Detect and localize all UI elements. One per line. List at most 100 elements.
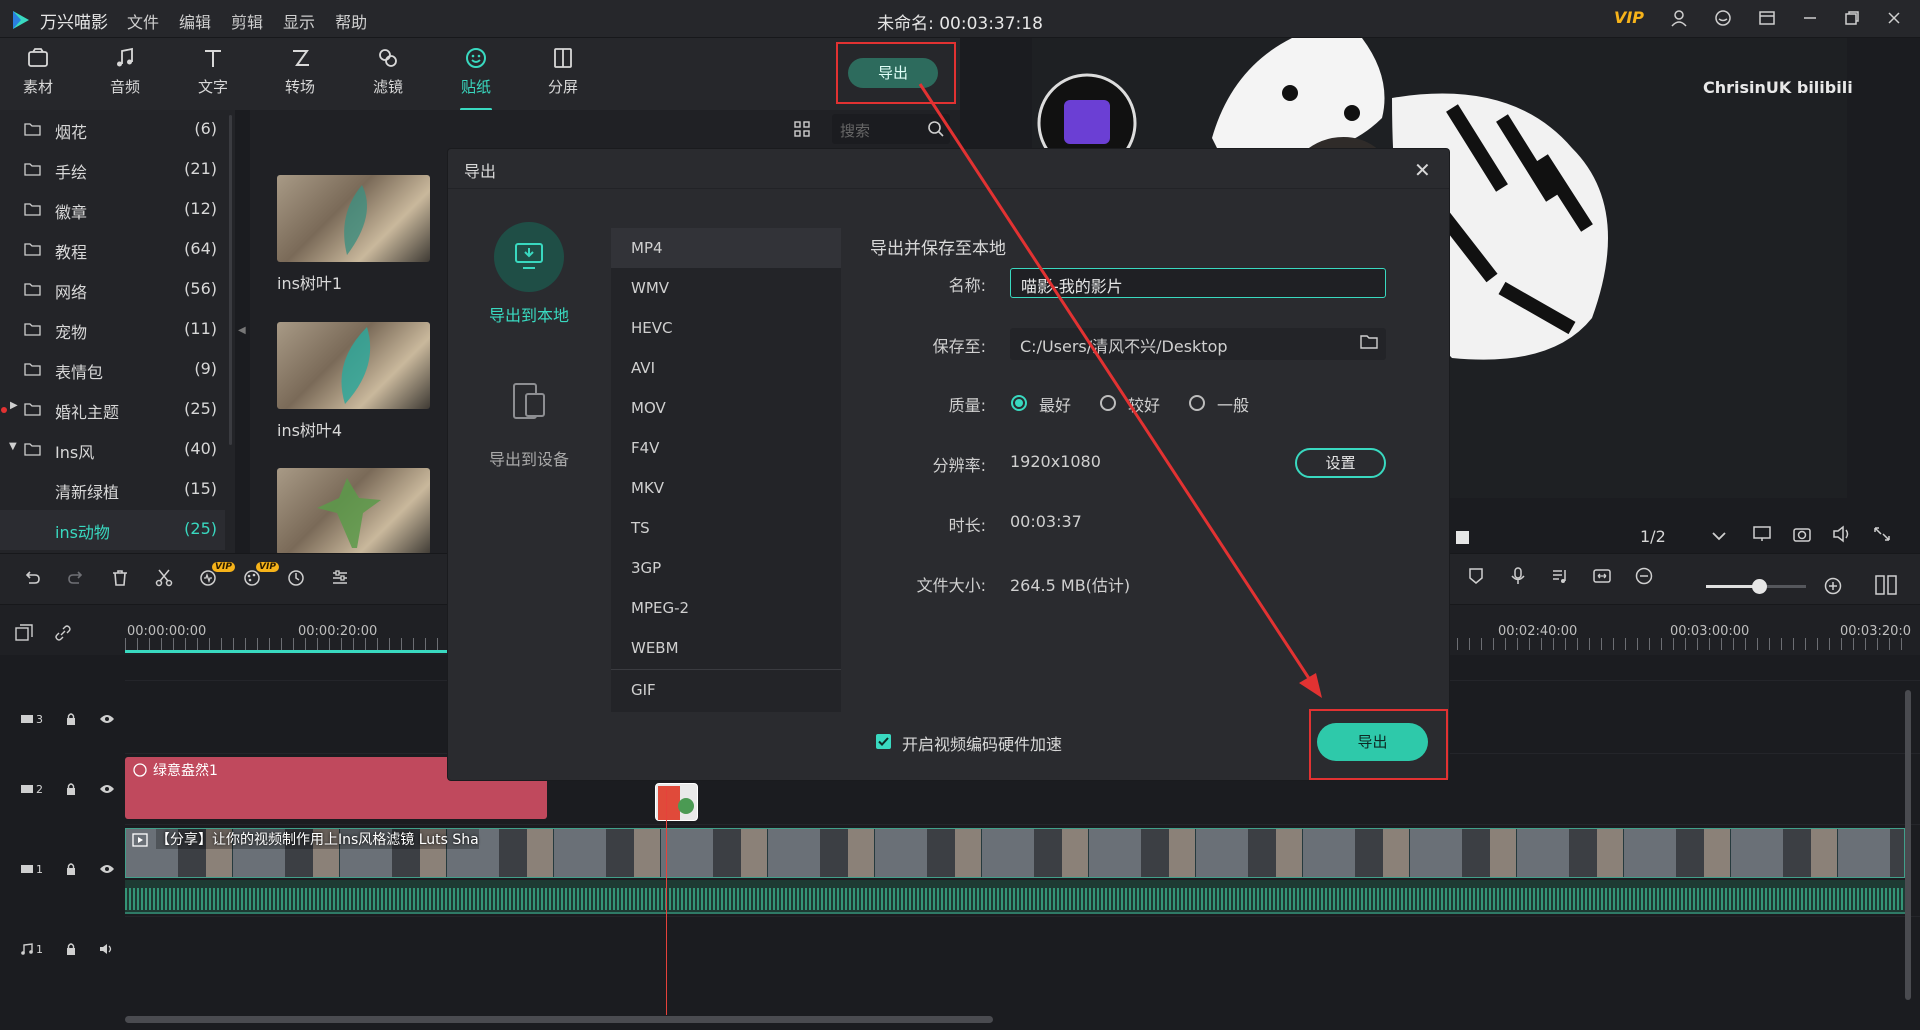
adjust-icon[interactable] — [330, 568, 350, 588]
hw-accel-label[interactable]: 开启视频编码硬件加速 — [902, 731, 1062, 755]
hw-accel-checkbox[interactable] — [876, 734, 891, 749]
format-item[interactable]: MPEG-2 — [611, 588, 841, 628]
zoom-in-icon[interactable] — [1823, 576, 1843, 596]
message-icon[interactable] — [1714, 9, 1732, 27]
marker-icon[interactable] — [1466, 566, 1486, 586]
browse-folder-icon[interactable] — [1360, 334, 1378, 350]
export-local-label[interactable]: 导出到本地 — [476, 302, 582, 326]
category-item[interactable]: 手绘 (21) — [0, 150, 225, 190]
sticker-thumbnail[interactable] — [277, 468, 430, 555]
format-item[interactable]: AVI — [611, 348, 841, 388]
export-local-tab[interactable] — [494, 222, 564, 292]
format-item[interactable]: GIF — [611, 670, 841, 710]
speaker-icon[interactable] — [99, 943, 115, 955]
tool-transition[interactable]: 转场 — [270, 46, 330, 97]
lock-icon[interactable] — [65, 942, 77, 956]
category-item[interactable]: 教程 (64) — [0, 230, 225, 270]
display-icon[interactable] — [1752, 525, 1772, 543]
restore-icon[interactable] — [1844, 10, 1860, 26]
user-icon[interactable] — [1670, 9, 1688, 27]
category-item[interactable]: 网络 (56) — [0, 270, 225, 310]
add-track-icon[interactable] — [14, 624, 34, 642]
grid-view-icon[interactable] — [794, 121, 810, 137]
undo-icon[interactable] — [22, 568, 42, 588]
format-item[interactable]: TS — [611, 508, 841, 548]
speed-icon[interactable] — [286, 568, 306, 588]
cut-icon[interactable] — [154, 568, 174, 588]
save-path-input[interactable]: C:/Users/清风不兴/Desktop — [1010, 328, 1386, 360]
audio-edit-tool[interactable]: VIP — [198, 562, 235, 588]
chevron-down-icon[interactable] — [1711, 530, 1727, 542]
quality-radio-best[interactable] — [1011, 395, 1027, 411]
search-icon[interactable] — [927, 120, 945, 138]
collapse-panel-icon[interactable]: ◀ — [238, 325, 246, 336]
quality-option-best[interactable]: 最好 — [1039, 392, 1071, 416]
format-item[interactable]: MOV — [611, 388, 841, 428]
quality-option-normal[interactable]: 一般 — [1217, 392, 1249, 416]
sticker-thumbnail[interactable] — [277, 175, 430, 262]
quality-radio-good[interactable] — [1100, 395, 1116, 411]
minimize-icon[interactable] — [1802, 10, 1818, 26]
lock-icon[interactable] — [65, 862, 77, 876]
sticker-clip-small[interactable] — [655, 783, 698, 821]
expand-arrow-icon[interactable]: ▶ — [10, 400, 18, 411]
format-item[interactable]: F4V — [611, 428, 841, 468]
format-item[interactable]: 3GP — [611, 548, 841, 588]
format-item[interactable]: HEVC — [611, 308, 841, 348]
tool-audio[interactable]: 音频 — [95, 46, 155, 97]
lock-icon[interactable] — [65, 712, 77, 726]
zoom-out-icon[interactable] — [1634, 566, 1654, 586]
category-item[interactable]: ▼ Ins风 (40) — [0, 430, 225, 470]
export-device-label[interactable]: 导出到设备 — [476, 446, 582, 470]
fit-icon[interactable] — [1592, 566, 1612, 586]
link-icon[interactable] — [54, 624, 72, 642]
color-edit-tool[interactable]: VIP — [242, 562, 279, 588]
lock-icon[interactable] — [65, 782, 77, 796]
category-item[interactable]: 表情包 (9) — [0, 350, 225, 390]
category-item[interactable]: 烟花 (6) — [0, 110, 225, 150]
panel-toggle-icon[interactable] — [1874, 574, 1898, 596]
name-input[interactable]: 喵影-我的影片 — [1010, 268, 1386, 298]
category-item[interactable]: 徽章 (12) — [0, 190, 225, 230]
store-icon[interactable] — [1758, 9, 1776, 27]
microphone-icon[interactable] — [1508, 566, 1528, 586]
eye-icon[interactable] — [99, 713, 115, 725]
vip-badge[interactable]: VIP — [1614, 8, 1644, 27]
library-scrollbar[interactable] — [229, 115, 232, 445]
collapse-arrow-icon[interactable]: ▼ — [9, 441, 17, 452]
tool-splitscreen[interactable]: 分屏 — [533, 46, 593, 97]
timeline-horizontal-scrollbar[interactable] — [125, 1016, 993, 1023]
tool-sticker[interactable]: 贴纸 — [446, 46, 506, 111]
tool-media[interactable]: 素材 — [8, 46, 68, 97]
format-item[interactable]: WEBM — [611, 628, 841, 668]
tool-text[interactable]: 文字 — [183, 46, 243, 97]
voiceover-icon[interactable] — [1550, 566, 1570, 586]
category-item[interactable]: ▶ 婚礼主题 (25) — [0, 390, 225, 430]
playhead[interactable] — [666, 790, 667, 1015]
close-icon[interactable]: ✕ — [1414, 158, 1431, 182]
stop-button[interactable] — [1456, 531, 1469, 544]
format-item[interactable]: MKV — [611, 468, 841, 508]
sticker-thumbnail[interactable] — [277, 322, 430, 409]
format-item[interactable]: WMV — [611, 268, 841, 308]
delete-icon[interactable] — [110, 568, 130, 588]
snapshot-icon[interactable] — [1792, 525, 1812, 543]
quality-radio-normal[interactable] — [1189, 395, 1205, 411]
zoom-slider-handle[interactable] — [1752, 579, 1767, 594]
volume-icon[interactable] — [1832, 525, 1852, 543]
category-item-selected[interactable]: ins动物 (25) — [0, 510, 225, 550]
redo-icon[interactable] — [66, 568, 86, 588]
video-clip[interactable]: 【分享】让你的视频制作用上Ins风格滤镜 Luts Sha — [125, 828, 1905, 878]
tool-filter[interactable]: 滤镜 — [358, 46, 418, 97]
eye-icon[interactable] — [99, 863, 115, 875]
format-item-selected[interactable]: MP4 — [611, 228, 841, 268]
timeline-vertical-scrollbar[interactable] — [1905, 690, 1911, 1000]
eye-icon[interactable] — [99, 783, 115, 795]
category-item[interactable]: 清新绿植 (15) — [0, 470, 225, 510]
close-window-icon[interactable] — [1886, 10, 1902, 26]
category-item[interactable]: 宠物 (11) — [0, 310, 225, 350]
quality-option-good[interactable]: 较好 — [1128, 392, 1160, 416]
fullscreen-icon[interactable] — [1872, 525, 1892, 543]
settings-button[interactable]: 设置 — [1295, 448, 1386, 478]
device-icon[interactable] — [512, 382, 546, 420]
